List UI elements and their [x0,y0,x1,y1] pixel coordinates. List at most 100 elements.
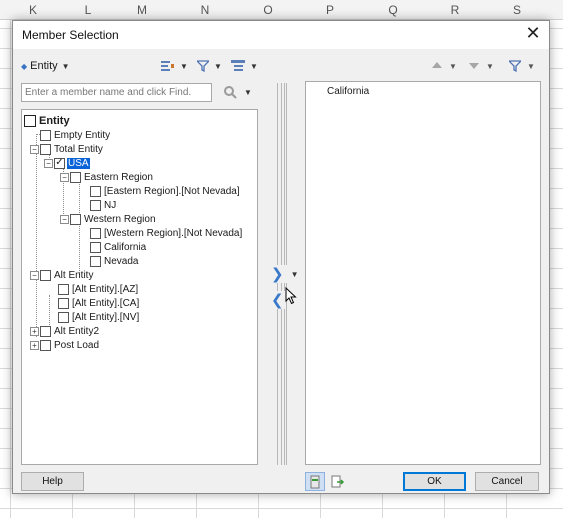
column-letter: Q [388,3,398,17]
tree-node[interactable]: NJ [90,198,117,212]
dialog-title: Member Selection [22,28,119,42]
chevron-down-icon: ▼ [244,87,252,97]
tree-node-checkbox[interactable] [58,297,69,309]
find-icon [224,86,237,99]
chevron-down-icon: ▼ [449,61,457,71]
collapse-toggle-icon[interactable]: − [44,158,53,168]
preview-button[interactable] [328,472,348,491]
expand-toggle-icon[interactable]: + [30,340,39,350]
tree-node[interactable]: [Western Region].[Not Nevada] [90,226,243,240]
collapse-toggle-icon[interactable]: − [30,144,39,154]
dimension-label: Entity [30,60,58,72]
tree-node-checkbox[interactable] [58,311,69,323]
tree-node-label: Alt Entity2 [54,325,100,337]
move-down-icon [469,63,479,69]
tree-connector [36,134,37,337]
collapse-toggle-icon[interactable]: − [60,172,69,182]
tree-node[interactable]: [Alt Entity].[AZ] [58,282,139,296]
tree-node[interactable]: Empty Entity [40,128,111,142]
close-button[interactable]: ✕ [519,21,547,47]
tree-node[interactable]: Nevada [90,254,139,268]
tree-node[interactable]: + Post Load [30,338,100,352]
member-list-button[interactable]: ▼ [161,58,188,74]
dimension-dropdown[interactable]: ◆ Entity ▼ [21,57,70,75]
tree-node-checkbox[interactable] [90,255,101,267]
preview-icon [331,475,345,487]
filter-icon [197,60,209,72]
tree-node-checkbox[interactable] [24,115,36,127]
mouse-cursor-icon [285,287,297,305]
tree-node[interactable]: − Alt Entity [30,268,94,282]
member-list-icon [161,61,174,71]
filter-button[interactable]: ▼ [197,58,222,74]
tree-node-checkbox[interactable] [90,227,101,239]
add-selection-button[interactable]: ❯ ▼ [269,265,301,283]
dimension-icon: ◆ [21,61,28,71]
column-letter: M [137,3,147,17]
column-letter: N [200,3,210,17]
tree-node-checkbox[interactable] [70,213,81,225]
cancel-button[interactable]: Cancel [475,472,539,491]
chevron-left-icon: ❮ [271,292,284,309]
layout-icon [231,60,245,71]
help-button[interactable]: Help [21,472,84,491]
tree-node-checkbox[interactable] [58,283,69,295]
tree-node-label: [Alt Entity].[CA] [72,297,140,309]
chevron-down-icon: ▼ [290,269,299,279]
selection-filter-button[interactable]: ▼ [509,58,535,74]
tree-node[interactable]: − Total Entity [30,142,104,156]
tree-node[interactable]: Entity [24,114,71,128]
member-properties-icon [310,475,320,488]
selection-list-item[interactable]: California [327,86,369,97]
column-letter: S [512,3,521,17]
tree-node-checkbox-checked[interactable]: ✓ [54,157,65,169]
chevron-down-icon: ▼ [180,61,188,71]
tree-node-checkbox[interactable] [90,199,101,211]
tree-node[interactable]: [Alt Entity].[CA] [58,296,140,310]
tree-node[interactable]: − ✓ USA [44,156,90,170]
tree-node-label: NJ [104,199,117,211]
member-search-input[interactable] [21,83,212,102]
column-letter: R [450,3,460,17]
move-down-button[interactable]: ▼ [468,58,494,74]
column-letter: O [263,3,273,17]
filter-icon [509,60,521,72]
tree-node[interactable]: + Alt Entity2 [30,324,100,338]
tree-node-checkbox[interactable] [40,325,51,337]
tree-node-checkbox[interactable] [70,171,81,183]
column-letter: K [28,3,37,17]
tree-node[interactable]: [Eastern Region].[Not Nevada] [90,184,241,198]
tree-node-label: [Eastern Region].[Not Nevada] [104,185,240,197]
chevron-right-icon: ❯ [271,266,284,283]
tree-node[interactable]: − Western Region [60,212,157,226]
collapse-toggle-icon[interactable]: − [30,270,39,280]
find-button[interactable]: ▼ [223,84,252,100]
ok-button[interactable]: OK [403,472,466,491]
tree-node-label: [Alt Entity].[AZ] [72,283,139,295]
move-up-button[interactable]: ▼ [431,58,457,74]
chevron-down-icon: ▼ [61,61,70,71]
tree-node-checkbox[interactable] [40,129,51,141]
chevron-down-icon: ▼ [527,61,535,71]
remove-selection-button[interactable]: ❮ [269,291,286,309]
member-properties-button[interactable] [305,472,325,491]
tree-node-checkbox[interactable] [40,143,51,155]
tree-node[interactable]: California [90,240,147,254]
column-letter: P [325,3,334,17]
tree-node-checkbox[interactable] [40,269,51,281]
tree-node-checkbox[interactable] [40,339,51,351]
tree-node[interactable]: [Alt Entity].[NV] [58,310,140,324]
expand-toggle-icon[interactable]: + [30,326,39,336]
layout-button[interactable]: ▼ [231,58,258,74]
column-header-row: K L M N O P Q R S [0,0,563,20]
member-selection-dialog: Member Selection ✕ ◆ Entity ▼ ▼ ▼ ▼ Ente… [12,20,550,494]
tree-node-label: USA [67,157,90,169]
tree-node-label: Entity [39,115,70,127]
collapse-toggle-icon[interactable]: − [60,214,69,224]
tree-node[interactable]: − Eastern Region [60,170,154,184]
tree-node-checkbox[interactable] [90,185,101,197]
chevron-down-icon: ▼ [214,61,222,71]
tree-node-checkbox[interactable] [90,241,101,253]
chevron-down-icon: ▼ [486,61,494,71]
tree-node-label: Nevada [104,255,139,267]
